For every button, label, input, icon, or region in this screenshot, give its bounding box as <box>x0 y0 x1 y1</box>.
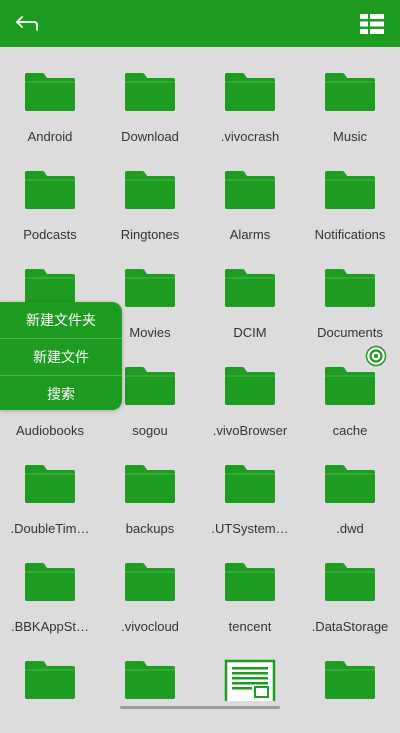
folder-item[interactable]: .vivoBrowser <box>200 341 300 439</box>
back-button[interactable] <box>12 9 42 39</box>
folder-icon <box>125 465 175 503</box>
folder-icon <box>225 73 275 111</box>
folder-item[interactable]: Download <box>100 47 200 145</box>
folder-label: Android <box>27 129 73 144</box>
folder-icon <box>325 269 375 307</box>
folder-label: Audiobooks <box>16 423 84 438</box>
refresh-ring-icon <box>365 345 387 367</box>
document-icon <box>224 659 276 701</box>
folder-icon <box>125 661 175 699</box>
folder-label: Notifications <box>314 227 386 242</box>
folder-item[interactable]: Alarms <box>200 145 300 243</box>
folder-icon <box>25 171 75 209</box>
folder-item[interactable] <box>100 635 200 733</box>
folder-label: .BBKAppSt… <box>10 619 90 634</box>
folder-icon <box>325 465 375 503</box>
folder-icon <box>125 73 175 111</box>
top-toolbar <box>0 0 400 47</box>
folder-icon <box>225 269 275 307</box>
folder-label: Ringtones <box>120 227 180 242</box>
context-menu: 新建文件夹 新建文件 搜索 <box>0 302 122 410</box>
folder-label: Documents <box>317 325 383 340</box>
folder-item[interactable]: .DataStorage <box>300 537 400 635</box>
folder-label: Download <box>121 129 179 144</box>
folder-icon <box>125 563 175 601</box>
folder-icon <box>325 367 375 405</box>
folder-label: .DoubleTim… <box>10 521 90 536</box>
folder-item[interactable]: .UTSystem… <box>200 439 300 537</box>
view-toggle-icon <box>360 14 384 34</box>
folder-icon <box>225 171 275 209</box>
floating-action-button[interactable] <box>365 345 387 367</box>
folder-item[interactable]: .vivocloud <box>100 537 200 635</box>
folder-label: Alarms <box>229 227 271 242</box>
folder-label: Podcasts <box>23 227 77 242</box>
folder-icon <box>325 661 375 699</box>
document-item[interactable] <box>200 635 300 733</box>
folder-label: .vivocrash <box>220 129 280 144</box>
folder-label: Music <box>333 129 367 144</box>
folder-item[interactable]: .vivocrash <box>200 47 300 145</box>
folder-item[interactable]: Android <box>0 47 100 145</box>
folder-icon <box>25 661 75 699</box>
search-menu-item[interactable]: 搜索 <box>0 376 122 412</box>
folder-item[interactable] <box>0 635 100 733</box>
back-arrow-icon <box>16 16 38 31</box>
folder-icon <box>325 73 375 111</box>
folder-item[interactable] <box>300 635 400 733</box>
new-folder-menu-item[interactable]: 新建文件夹 <box>0 302 122 339</box>
folder-icon <box>225 367 275 405</box>
folder-label: .vivoBrowser <box>212 423 288 438</box>
folder-icon <box>125 171 175 209</box>
folder-icon <box>325 171 375 209</box>
folder-label: .DataStorage <box>311 619 389 634</box>
folder-label: .UTSystem… <box>211 521 289 536</box>
folder-item[interactable]: Podcasts <box>0 145 100 243</box>
folder-icon <box>225 563 275 601</box>
folder-icon <box>225 465 275 503</box>
folder-label: .vivocloud <box>121 619 179 634</box>
folder-item[interactable]: Notifications <box>300 145 400 243</box>
folder-item[interactable]: Ringtones <box>100 145 200 243</box>
folder-item[interactable]: tencent <box>200 537 300 635</box>
folder-label: tencent <box>228 619 272 634</box>
folder-label: DCIM <box>233 325 267 340</box>
home-indicator <box>120 706 280 709</box>
new-file-menu-item[interactable]: 新建文件 <box>0 339 122 376</box>
folder-icon <box>25 465 75 503</box>
folder-item[interactable]: .DoubleTim… <box>0 439 100 537</box>
folder-icon <box>25 73 75 111</box>
folder-icon <box>125 367 175 405</box>
folder-label: sogou <box>132 423 168 438</box>
folder-item[interactable]: .BBKAppSt… <box>0 537 100 635</box>
folder-item[interactable]: .dwd <box>300 439 400 537</box>
folder-item[interactable]: DCIM <box>200 243 300 341</box>
folder-icon <box>125 269 175 307</box>
view-toggle-button[interactable] <box>358 11 386 37</box>
folder-item[interactable]: Music <box>300 47 400 145</box>
folder-label: cache <box>332 423 368 438</box>
folder-label: backups <box>125 521 175 536</box>
folder-icon <box>325 563 375 601</box>
folder-item[interactable]: backups <box>100 439 200 537</box>
folder-item[interactable]: Documents <box>300 243 400 341</box>
folder-icon <box>25 563 75 601</box>
folder-label: .dwd <box>336 521 364 536</box>
